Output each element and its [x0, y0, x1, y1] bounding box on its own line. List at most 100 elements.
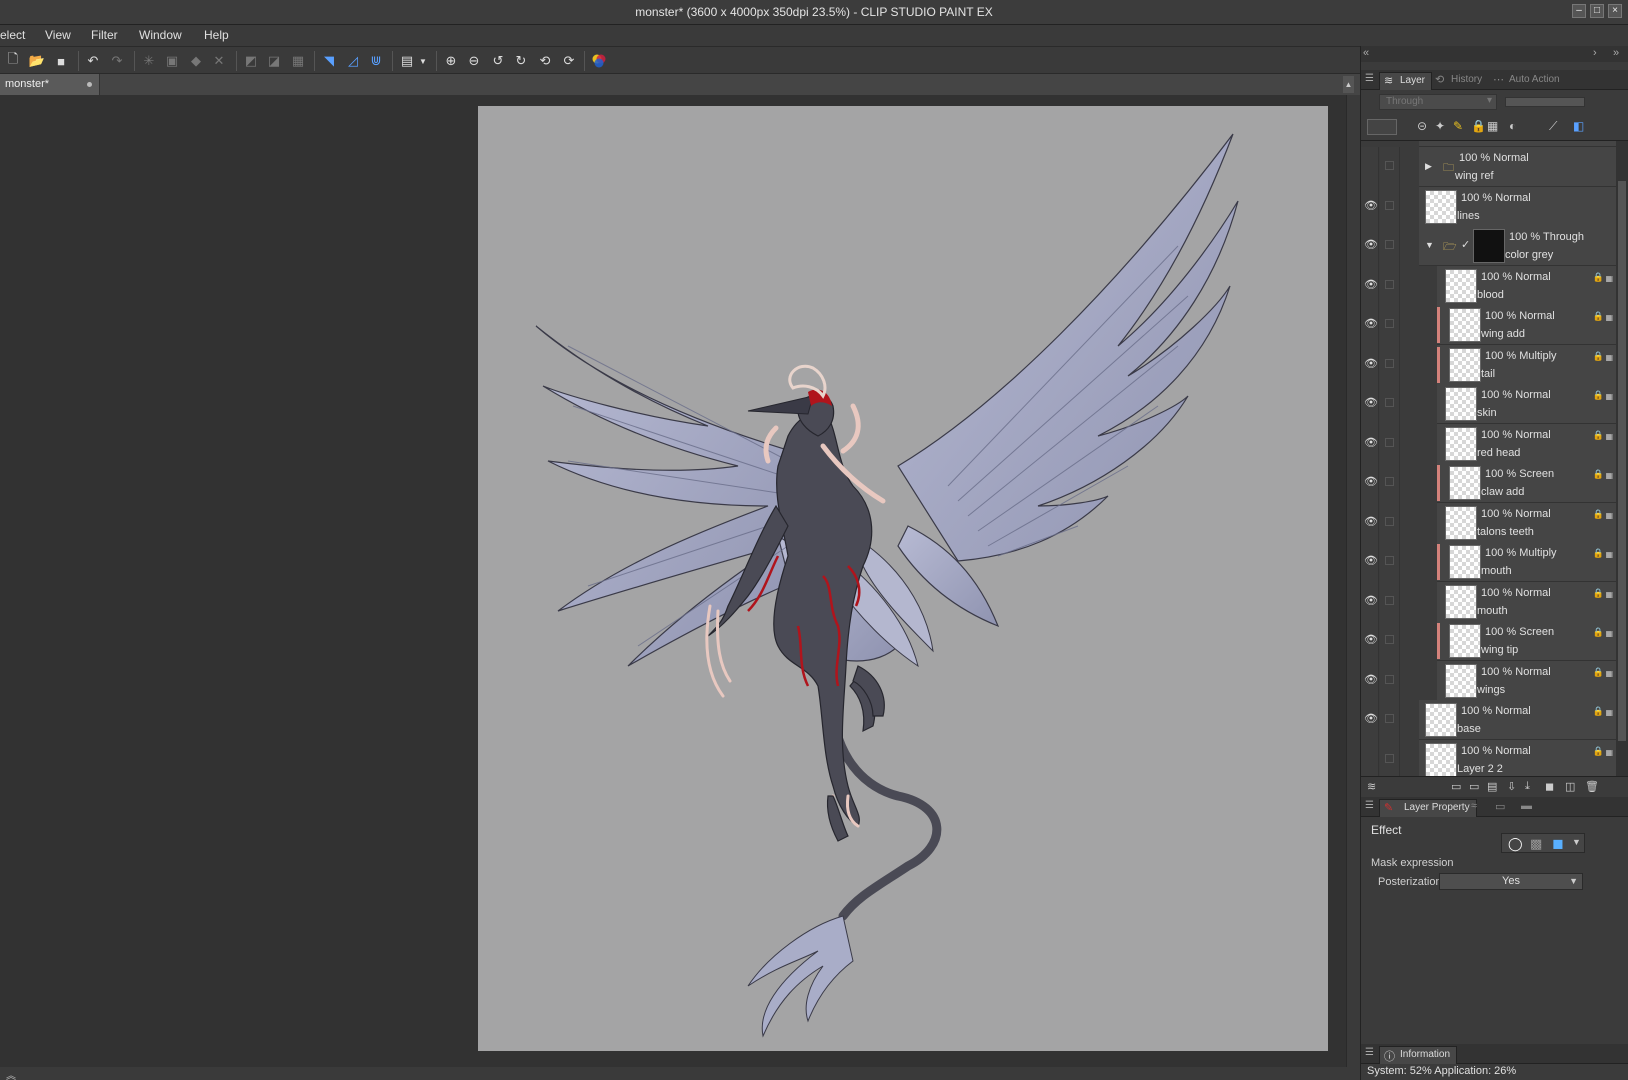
layer-body[interactable]: 100 % Normal wings 🔒 ▦: [1437, 660, 1616, 701]
new-folder-icon[interactable]: ▤: [1487, 780, 1497, 793]
tab-layer-property[interactable]: ✎ Layer Property: [1379, 799, 1477, 817]
clip-layer-icon[interactable]: ⊝: [1417, 119, 1427, 133]
menu-filter[interactable]: Filter: [91, 28, 118, 42]
tab-tool-property[interactable]: ▭: [1491, 799, 1515, 817]
layer-row[interactable]: 👁 100 % Normal talons teeth 🔒 ▦: [1361, 502, 1616, 543]
layer-body[interactable]: ▼ 🗁 ✓ 100 % Through color grey: [1419, 226, 1616, 266]
effect-dropdown-icon[interactable]: ▼: [1572, 837, 1581, 847]
layer-body[interactable]: 100 % Multiply mouth 🔒 ▦: [1437, 542, 1616, 582]
visibility-toggle[interactable]: 👁: [1361, 186, 1379, 227]
visibility-toggle[interactable]: 👁: [1361, 660, 1379, 701]
visibility-toggle[interactable]: 👁: [1361, 621, 1379, 661]
fill-icon[interactable]: ▣: [163, 52, 181, 70]
edit-toggle[interactable]: [1380, 621, 1400, 661]
layer-row[interactable]: 👁 100 % Normal wing add 🔒 ▦: [1361, 305, 1616, 345]
combine-down-icon[interactable]: ⤓: [1525, 780, 1530, 793]
layer-row[interactable]: 👁 100 % Normal wings 🔒 ▦: [1361, 660, 1616, 701]
layer-color-effect-icon[interactable]: ◼: [1552, 835, 1564, 852]
mask-add-icon[interactable]: ◼: [1545, 780, 1554, 793]
layer-row[interactable]: 👁 100 % Normal red head 🔒 ▦: [1361, 423, 1616, 464]
dock-expand-left-icon[interactable]: «: [1363, 47, 1369, 59]
apply-mask-icon[interactable]: ◫: [1565, 780, 1575, 793]
tab-auto-action[interactable]: ⋯ Auto Action: [1489, 72, 1566, 90]
layer-row[interactable]: 👁 100 % Normal skin 🔒 ▦: [1361, 384, 1616, 424]
opacity-slider[interactable]: [1505, 97, 1585, 107]
layer-row[interactable]: 👁 100 % Normal blood 🔒 ▦: [1361, 265, 1616, 306]
clear-icon[interactable]: ✳: [140, 52, 158, 70]
visibility-toggle[interactable]: 👁: [1361, 463, 1379, 503]
rotate-right-icon[interactable]: ↻: [512, 52, 530, 70]
menu-select[interactable]: elect: [0, 28, 25, 42]
ruler-link-icon[interactable]: ⟋: [1549, 119, 1557, 134]
edit-toggle[interactable]: [1380, 542, 1400, 582]
layer-row[interactable]: 👁 100 % Screen wing tip 🔒 ▦: [1361, 621, 1616, 661]
tab-navigator[interactable]: ▬: [1517, 799, 1541, 817]
reference-layer-icon[interactable]: ✦: [1435, 119, 1445, 133]
layer-body[interactable]: ▶ 🗀 100 % Normal wing ref: [1419, 147, 1616, 187]
save-icon[interactable]: ■: [52, 52, 70, 70]
dock-scroll-right-icon[interactable]: ›: [1593, 47, 1597, 59]
layer-body[interactable]: 100 % Normal red head 🔒 ▦: [1437, 423, 1616, 464]
new-file-icon[interactable]: 🗋: [4, 51, 22, 70]
open-file-icon[interactable]: 📂: [28, 52, 46, 70]
close-tab-icon[interactable]: [87, 82, 92, 87]
layer-body[interactable]: 100 % Normal wing add 🔒 ▦: [1437, 305, 1616, 345]
layer-body[interactable]: 100 % Normal blood 🔒 ▦: [1437, 265, 1616, 306]
border-effect-icon[interactable]: ◯: [1508, 836, 1523, 852]
visibility-toggle[interactable]: 👁: [1361, 700, 1379, 740]
layer-row[interactable]: 100 % Normal Layer 2 2 🔒 ▦: [1361, 739, 1616, 776]
collapse-navigator-icon[interactable]: ︽: [6, 1067, 16, 1080]
edit-toggle[interactable]: [1380, 186, 1400, 227]
snap-grid-icon[interactable]: ⋓: [367, 52, 385, 70]
menu-help[interactable]: Help: [204, 28, 229, 42]
visibility-toggle[interactable]: 👁: [1361, 265, 1379, 306]
delete-layer-icon[interactable]: 🗑: [1585, 780, 1599, 793]
erase-selection-icon[interactable]: ◆: [187, 52, 205, 70]
snap-special-ruler-icon[interactable]: ◿: [344, 52, 362, 70]
lock-layer-icon[interactable]: 🔒: [1471, 119, 1486, 133]
posterization-select[interactable]: Yes ▼: [1439, 873, 1583, 890]
chevron-down-icon[interactable]: ▼: [1425, 240, 1434, 250]
invert-selection-icon[interactable]: ◪: [265, 52, 283, 70]
visibility-toggle[interactable]: 👁: [1361, 502, 1379, 543]
layer-list[interactable]: horn nose ref ▶ 🗀 100 % Normal wing ref 👁 100 …: [1361, 141, 1628, 776]
info-panel-menu-icon[interactable]: ☰: [1365, 1047, 1374, 1058]
tab-history[interactable]: ⟲ History: [1431, 72, 1488, 90]
new-vector-layer-icon[interactable]: ▭: [1469, 780, 1479, 793]
deselect-icon[interactable]: ◩: [242, 52, 260, 70]
property-panel-menu-icon[interactable]: ☰: [1365, 800, 1374, 811]
layer-body[interactable]: 100 % Multiply tail 🔒 ▦: [1437, 344, 1616, 385]
visibility-toggle[interactable]: [1361, 739, 1379, 776]
layer-scroll-thumb[interactable]: [1618, 181, 1626, 741]
edit-toggle[interactable]: [1380, 739, 1400, 776]
layer-properties-icon[interactable]: ≋: [1367, 780, 1376, 793]
menu-view[interactable]: View: [45, 28, 71, 42]
layer-body[interactable]: 100 % Normal skin 🔒 ▦: [1437, 384, 1616, 424]
zoom-out-icon[interactable]: ⊖: [465, 52, 483, 70]
visibility-toggle[interactable]: 👁: [1361, 542, 1379, 582]
draft-layer-icon[interactable]: ✎: [1453, 119, 1463, 133]
layer-body[interactable]: 100 % Normal Layer 2 2 🔒 ▦: [1419, 739, 1616, 776]
tone-effect-icon[interactable]: ▩: [1530, 836, 1542, 852]
document-tab[interactable]: monster*: [0, 74, 100, 95]
edit-toggle[interactable]: [1380, 700, 1400, 740]
layer-folder-row[interactable]: ▶ 🗀 100 % Normal wing ref: [1361, 147, 1616, 187]
transfer-down-icon[interactable]: ⇩: [1507, 780, 1516, 793]
visibility-toggle[interactable]: 👁: [1361, 581, 1379, 622]
blend-mode-select[interactable]: Through ▾: [1379, 94, 1497, 110]
canvas-area[interactable]: [0, 95, 1360, 1067]
mask-icon[interactable]: ◐: [1509, 119, 1516, 133]
fit-view-icon[interactable]: ⟲: [536, 52, 554, 70]
edit-toggle[interactable]: [1380, 502, 1400, 543]
tab-brush-size[interactable]: ≈: [1467, 799, 1491, 817]
visibility-toggle[interactable]: 👁: [1361, 423, 1379, 464]
edit-toggle[interactable]: [1380, 423, 1400, 464]
zoom-in-icon[interactable]: ⊕: [442, 52, 460, 70]
layer-list-scrollbar[interactable]: [1616, 141, 1628, 776]
color-circle-icon[interactable]: [590, 52, 608, 70]
visibility-toggle[interactable]: 👁: [1361, 305, 1379, 345]
edit-toggle[interactable]: [1380, 305, 1400, 345]
visibility-toggle[interactable]: 👁: [1361, 344, 1379, 385]
edit-toggle[interactable]: [1380, 581, 1400, 622]
new-raster-layer-icon[interactable]: ▭: [1451, 780, 1461, 793]
